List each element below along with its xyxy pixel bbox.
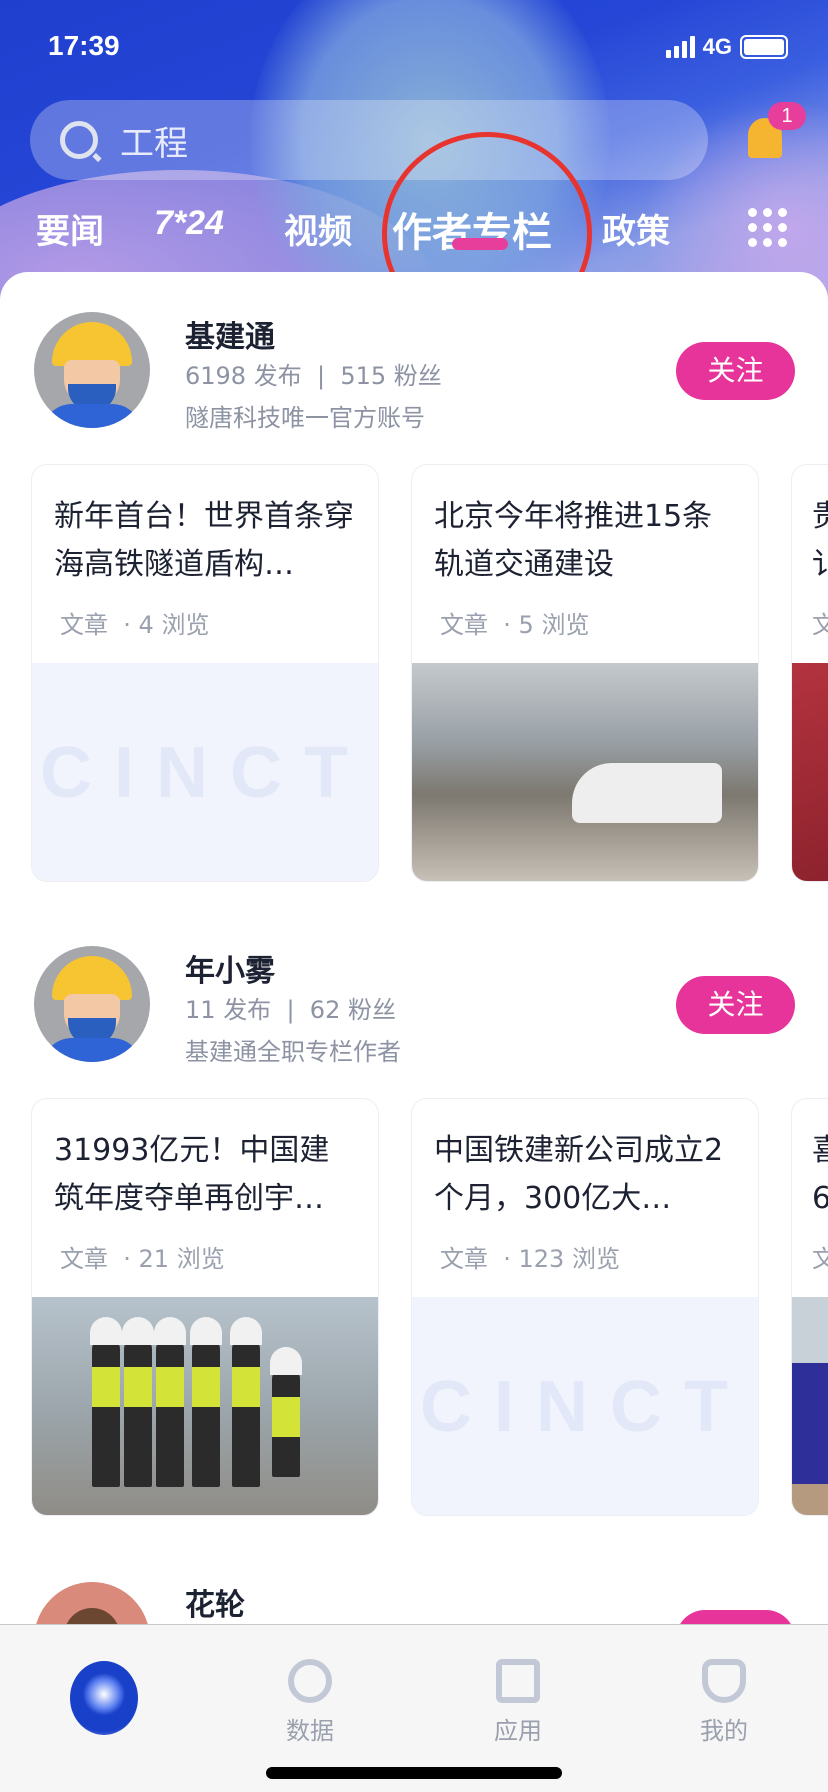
fan-count: 62 bbox=[309, 996, 341, 1024]
tab-video[interactable]: 视频 bbox=[284, 204, 352, 253]
article-meta: 文章 · 4 浏览 bbox=[60, 611, 210, 639]
article-card[interactable]: 中国铁建新公司成立2个月，300亿大… 文章 · 123 浏览 CINCT bbox=[411, 1098, 759, 1516]
avatar[interactable] bbox=[34, 312, 150, 428]
article-title: 31993亿元！中国建筑年度夺单再创宇… bbox=[54, 1133, 330, 1216]
follow-button[interactable]: 关注 bbox=[676, 976, 795, 1034]
article-card[interactable]: 喜 6 文 bbox=[791, 1098, 828, 1516]
author-desc: 隧唐科技唯一官方账号 bbox=[185, 404, 425, 432]
article-meta: 文章 · 123 浏览 bbox=[440, 1245, 620, 1273]
battery-icon bbox=[740, 35, 788, 59]
tab-headlines[interactable]: 要闻 bbox=[36, 204, 104, 253]
article-image-train bbox=[412, 663, 758, 881]
post-label: 发布 bbox=[253, 362, 302, 390]
notification-badge: 1 bbox=[768, 102, 806, 130]
article-image bbox=[792, 663, 828, 881]
article-placeholder-image: CINCT bbox=[32, 663, 378, 881]
home-indicator bbox=[266, 1767, 562, 1779]
fan-label: 粉丝 bbox=[347, 996, 396, 1024]
article-meta: 文 bbox=[812, 605, 828, 640]
article-card[interactable]: 新年首台！世界首条穿海高铁隧道盾构… 文章 · 4 浏览 CINCT bbox=[31, 464, 379, 882]
home-logo-icon[interactable] bbox=[70, 1661, 138, 1735]
post-label: 发布 bbox=[223, 996, 272, 1024]
network-label: 4G bbox=[702, 34, 732, 59]
article-meta: 文章 · 5 浏览 bbox=[440, 611, 590, 639]
tab-label: 我的 bbox=[700, 1717, 748, 1745]
post-count: 11 bbox=[185, 996, 216, 1024]
tab-mine[interactable]: 我的 bbox=[664, 1645, 784, 1746]
article-card[interactable]: 北京今年将推进15条轨道交通建设 文章 · 5 浏览 bbox=[411, 464, 759, 882]
article-title: 北京今年将推进15条轨道交通建设 bbox=[434, 499, 713, 582]
article-placeholder-image: CINCT bbox=[412, 1297, 758, 1515]
gauge-icon bbox=[288, 1659, 332, 1703]
author-name[interactable]: 花轮 bbox=[185, 1580, 245, 1624]
tab-policy[interactable]: 政策 bbox=[602, 204, 670, 253]
search-placeholder: 工程 bbox=[120, 123, 188, 164]
author-stats: 6198 发布 | 515 粉丝 bbox=[185, 362, 442, 390]
author-stats: 11 发布 | 62 粉丝 bbox=[185, 996, 396, 1024]
signal-icon bbox=[665, 36, 695, 58]
smile-icon bbox=[702, 1659, 746, 1703]
avatar[interactable] bbox=[34, 946, 150, 1062]
author-name[interactable]: 基建通 bbox=[185, 312, 275, 356]
article-meta: 文 bbox=[812, 1239, 828, 1274]
article-image bbox=[792, 1297, 828, 1515]
tab-apps[interactable]: 应用 bbox=[458, 1645, 578, 1746]
tab-label: 数据 bbox=[286, 1717, 334, 1745]
tab-data[interactable]: 数据 bbox=[250, 1645, 370, 1746]
search-icon bbox=[60, 121, 98, 159]
fan-count: 515 bbox=[340, 362, 387, 390]
author-list: 基建通 6198 发布 | 515 粉丝 隧唐科技唯一官方账号 关注 新年首台！… bbox=[0, 272, 828, 1672]
article-title: 喜 6 bbox=[812, 1127, 828, 1223]
tab-7x24[interactable]: 7*24 bbox=[154, 204, 224, 243]
mail-box-icon bbox=[496, 1659, 540, 1703]
status-bar: 17:39 4G bbox=[48, 30, 788, 70]
follow-button[interactable]: 关注 bbox=[676, 342, 795, 400]
article-image-workers bbox=[32, 1297, 378, 1515]
status-time: 17:39 bbox=[48, 30, 120, 61]
article-card[interactable]: 贵 讠 文 bbox=[791, 464, 828, 882]
bottom-tab-bar: 首页 数据 应用 我的 bbox=[0, 1624, 828, 1792]
author-desc: 基建通全职专栏作者 bbox=[185, 1038, 401, 1066]
tab-label: 应用 bbox=[494, 1717, 542, 1745]
article-title: 贵 讠 bbox=[812, 493, 828, 589]
author-name[interactable]: 年小雾 bbox=[185, 946, 275, 990]
article-carousel[interactable]: 31993亿元！中国建筑年度夺单再创宇… 文章 · 21 浏览 中国铁建新公司成… bbox=[0, 1098, 828, 1516]
article-meta: 文章 · 21 浏览 bbox=[60, 1245, 225, 1273]
search-input[interactable]: 工程 bbox=[30, 100, 708, 180]
article-title: 新年首台！世界首条穿海高铁隧道盾构… bbox=[54, 499, 354, 582]
article-title: 中国铁建新公司成立2个月，300亿大… bbox=[434, 1133, 724, 1216]
article-card[interactable]: 31993亿元！中国建筑年度夺单再创宇… 文章 · 21 浏览 bbox=[31, 1098, 379, 1516]
fan-label: 粉丝 bbox=[393, 362, 442, 390]
article-carousel[interactable]: 新年首台！世界首条穿海高铁隧道盾构… 文章 · 4 浏览 CINCT 北京今年将… bbox=[0, 464, 828, 882]
more-grid-icon[interactable] bbox=[748, 208, 788, 248]
post-count: 6198 bbox=[185, 362, 247, 390]
